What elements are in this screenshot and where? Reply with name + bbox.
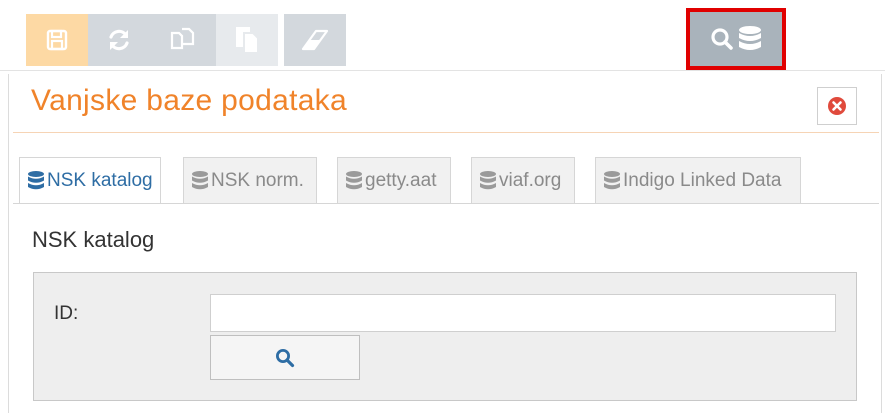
tab-viaf-org[interactable]: viaf.org bbox=[471, 157, 575, 203]
tab-label: NSK norm. bbox=[211, 169, 304, 191]
section-title: NSK katalog bbox=[32, 227, 155, 252]
search-database-button[interactable] bbox=[686, 8, 786, 70]
panel-title: Vanjske baze podataka bbox=[31, 84, 347, 117]
search-icon bbox=[711, 28, 733, 50]
tab-indigo-linked-data[interactable]: Indigo Linked Data bbox=[595, 157, 801, 203]
eraser-icon bbox=[301, 29, 329, 51]
paste-button[interactable] bbox=[216, 14, 278, 66]
tab-label: getty.aat bbox=[365, 169, 437, 191]
copy-icon bbox=[169, 26, 197, 54]
search-database-icon bbox=[690, 12, 782, 66]
tab-divider bbox=[13, 203, 879, 204]
database-icon bbox=[345, 170, 363, 192]
database-icon bbox=[603, 170, 621, 192]
database-icon bbox=[739, 26, 761, 50]
tab-label: NSK katalog bbox=[47, 170, 153, 191]
search-icon bbox=[275, 348, 295, 368]
tab-getty-aat[interactable]: getty.aat bbox=[337, 157, 451, 203]
toolbar-divider bbox=[0, 70, 885, 71]
save-button[interactable] bbox=[26, 14, 88, 66]
toolbar bbox=[0, 0, 885, 70]
search-form: ID: bbox=[33, 272, 857, 401]
database-icon bbox=[479, 170, 497, 192]
tab-nsk-katalog[interactable]: NSK katalog bbox=[19, 157, 161, 204]
tab-label: Indigo Linked Data bbox=[623, 169, 782, 191]
external-databases-panel: Vanjske baze podataka NSK katalog NSK no… bbox=[8, 74, 882, 413]
title-divider bbox=[13, 132, 879, 133]
paste-icon bbox=[233, 25, 261, 55]
floppy-disk-icon bbox=[46, 29, 68, 51]
database-icon bbox=[191, 170, 209, 192]
refresh-icon bbox=[106, 27, 132, 53]
tab-nsk-norm[interactable]: NSK norm. bbox=[183, 157, 317, 203]
copy-button[interactable] bbox=[150, 14, 216, 66]
id-input[interactable] bbox=[210, 294, 836, 332]
database-icon bbox=[27, 170, 45, 192]
close-icon bbox=[827, 96, 847, 116]
tab-label: viaf.org bbox=[499, 169, 562, 191]
erase-button[interactable] bbox=[284, 14, 346, 66]
close-button[interactable] bbox=[817, 87, 857, 125]
refresh-button[interactable] bbox=[88, 14, 150, 66]
search-button[interactable] bbox=[210, 335, 360, 380]
id-label: ID: bbox=[54, 303, 79, 324]
